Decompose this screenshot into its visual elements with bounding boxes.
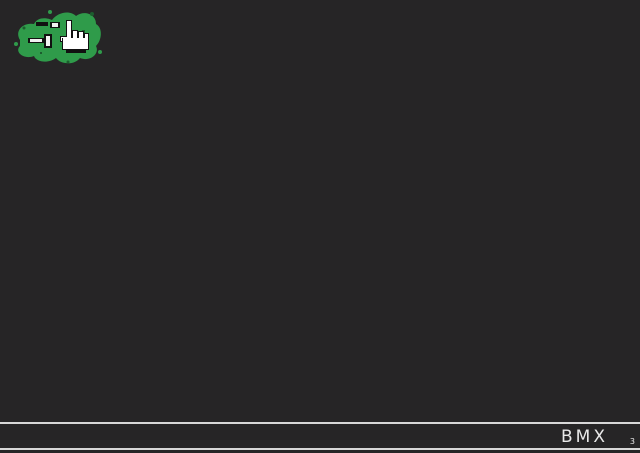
page-number: 3 <box>629 437 635 446</box>
splat-logo-button[interactable] <box>10 8 104 66</box>
brand-label: BMX <box>561 427 608 447</box>
game-screen: BMX 3 <box>0 0 640 453</box>
green-splat-hand-cursor-icon <box>14 10 102 64</box>
footer-bar: BMX 3 <box>0 422 640 450</box>
